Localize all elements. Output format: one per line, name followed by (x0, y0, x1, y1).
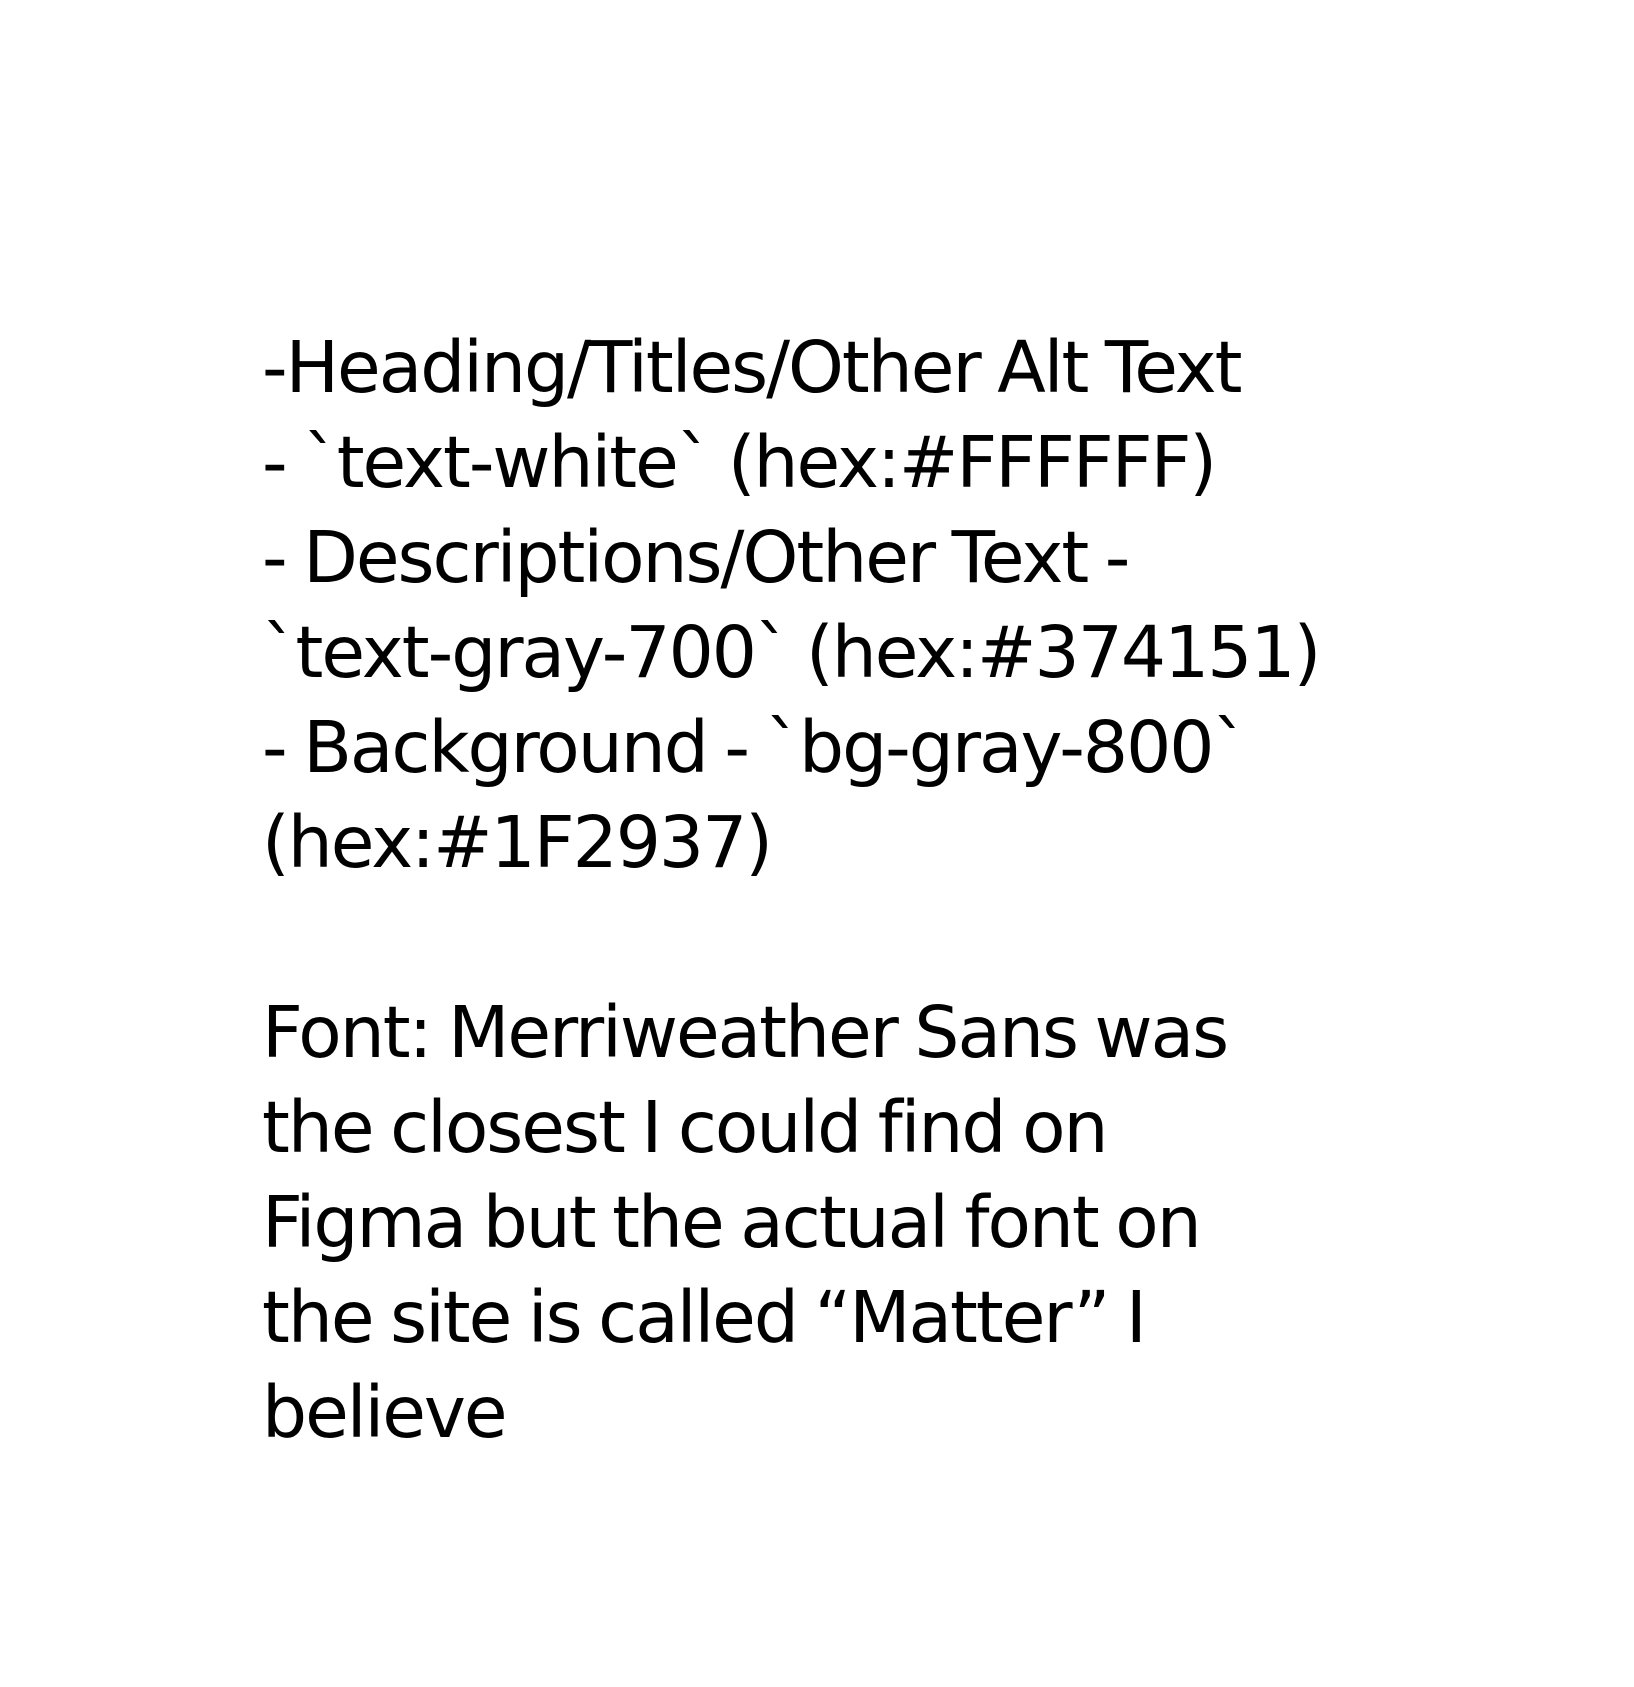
color-line-description-value: `text-gray-700` (hex:#374151) (262, 611, 1321, 694)
note-text-block: -Heading/Titles/Other Alt Text - `text-w… (262, 320, 1442, 1460)
color-line-description-label: - Descriptions/Other Text - (262, 516, 1130, 599)
color-line-heading-label: -Heading/Titles/Other Alt Text (262, 326, 1243, 409)
color-line-background-value: (hex:#1F2937) (262, 801, 773, 884)
note-page: -Heading/Titles/Other Alt Text - `text-w… (0, 0, 1634, 1687)
color-line-heading-value: - `text-white` (hex:#FFFFFF) (262, 421, 1217, 504)
font-line-2: the closest I could find on (262, 1086, 1109, 1169)
font-line-1: Font: Merriweather Sans was (262, 991, 1229, 1074)
font-line-3: Figma but the actual font on (262, 1181, 1202, 1264)
color-line-background-label: - Background - `bg-gray-800` (262, 706, 1248, 789)
font-line-4: the site is called “Matter” I (262, 1276, 1147, 1359)
font-line-5: believe (262, 1371, 508, 1454)
